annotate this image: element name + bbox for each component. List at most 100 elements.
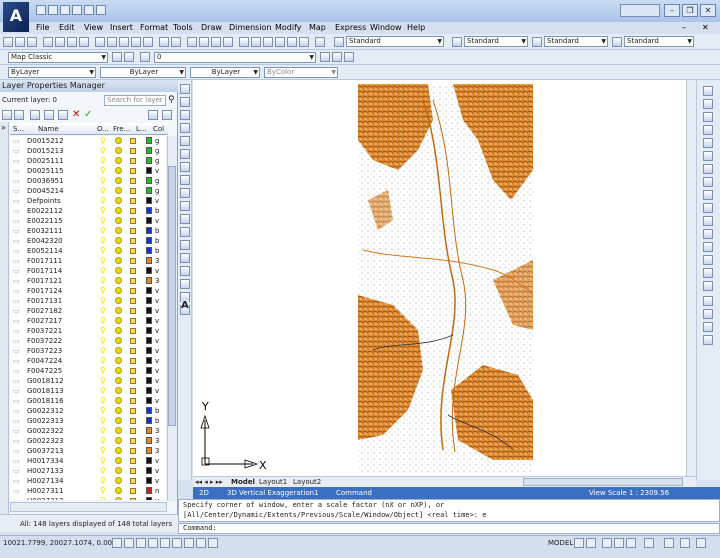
explode-icon[interactable] [703, 281, 713, 291]
insert-block-icon[interactable] [180, 227, 190, 237]
lightbulb-icon[interactable]: ♀ [100, 416, 106, 426]
sun-icon[interactable] [115, 297, 122, 304]
lightbulb-icon[interactable]: ♀ [100, 436, 106, 446]
layer-states-manager-icon[interactable] [30, 110, 40, 120]
lightbulb-icon[interactable]: ♀ [100, 266, 106, 276]
color-swatch[interactable] [146, 347, 152, 354]
settings-icon[interactable] [162, 110, 172, 120]
sun-icon[interactable] [115, 347, 122, 354]
layer-row[interactable]: ▭ H0027133 ♀ v [10, 466, 166, 476]
unlock-icon[interactable] [130, 398, 136, 404]
erase-icon[interactable] [703, 86, 713, 96]
layer-combo[interactable]: 0 ▼ [154, 52, 316, 63]
menu-help[interactable]: Help [407, 22, 425, 34]
copy-object-icon[interactable] [703, 99, 713, 109]
layer-row[interactable]: ▭ H0017334 ♀ v [10, 456, 166, 466]
view-scale[interactable]: View Scale 1 : 2309.56 [589, 487, 669, 499]
sun-icon[interactable] [115, 357, 122, 364]
color-swatch[interactable] [146, 357, 152, 364]
zoom-window-icon[interactable] [211, 37, 221, 47]
sun-icon[interactable] [115, 327, 122, 334]
unlock-icon[interactable] [130, 278, 136, 284]
sun-icon[interactable] [115, 287, 122, 294]
layer-row[interactable]: ▭ D0015213 ♀ g [10, 146, 166, 156]
sun-icon[interactable] [115, 257, 122, 264]
zoom-previous-icon[interactable] [223, 37, 233, 47]
sun-icon[interactable] [115, 337, 122, 344]
lineweight-combo[interactable]: ByLayer ▼ [190, 67, 260, 78]
unlock-icon[interactable] [130, 408, 136, 414]
sun-icon[interactable] [115, 177, 122, 184]
clean-screen-icon[interactable] [696, 538, 706, 548]
menu-dimension[interactable]: Dimension [229, 22, 272, 34]
color-swatch[interactable] [146, 317, 152, 324]
color-swatch[interactable] [146, 207, 152, 214]
lightbulb-icon[interactable]: ♀ [100, 246, 106, 256]
horizontal-scrollbar[interactable] [523, 478, 683, 486]
chamfer-icon[interactable] [703, 255, 713, 265]
layer-row[interactable]: ▭ D0045214 ♀ g [10, 186, 166, 196]
array-icon[interactable] [703, 138, 713, 148]
unlock-icon[interactable] [130, 218, 136, 224]
lightbulb-icon[interactable]: ♀ [100, 176, 106, 186]
save-file-icon[interactable] [27, 37, 37, 47]
designcenter-icon[interactable] [251, 37, 261, 47]
unlock-icon[interactable] [130, 478, 136, 484]
unlock-icon[interactable] [130, 448, 136, 454]
lwt-toggle[interactable] [208, 538, 218, 548]
mirror-icon[interactable] [703, 112, 713, 122]
col-color[interactable]: Col [153, 123, 164, 135]
color-swatch[interactable] [146, 427, 152, 434]
open-icon[interactable] [48, 5, 58, 15]
properties-icon[interactable] [239, 37, 249, 47]
rotate-icon[interactable] [703, 164, 713, 174]
lightbulb-icon[interactable]: ♀ [100, 376, 106, 386]
layer-row[interactable]: ▭ F0027182 ♀ v [10, 306, 166, 316]
color-swatch[interactable] [146, 187, 152, 194]
arc-icon[interactable] [180, 149, 190, 159]
grid-toggle[interactable] [124, 538, 134, 548]
otrack-toggle[interactable] [172, 538, 182, 548]
draworder-icon[interactable] [703, 296, 713, 306]
layer-row[interactable]: ▭ H0027311 ♀ n [10, 486, 166, 496]
unlock-icon[interactable] [130, 188, 136, 194]
set-current-icon[interactable]: ✓ [84, 109, 92, 120]
color-swatch[interactable] [146, 237, 152, 244]
layer-row[interactable]: ▭ F0037222 ♀ v [10, 336, 166, 346]
lightbulb-icon[interactable]: ♀ [100, 196, 106, 206]
zoom-status-icon[interactable] [614, 538, 624, 548]
unlock-icon[interactable] [130, 348, 136, 354]
color-swatch[interactable] [146, 487, 152, 494]
color-swatch[interactable] [146, 387, 152, 394]
lightbulb-icon[interactable]: ♀ [100, 346, 106, 356]
layer-row[interactable]: ▭ F0017114 ♀ v [10, 266, 166, 276]
dimstyle-icon[interactable] [452, 37, 462, 47]
toolpalettes-icon[interactable] [263, 37, 273, 47]
fillet-icon[interactable] [703, 268, 713, 278]
quick-view-drawings-icon[interactable] [586, 538, 596, 548]
layer-row[interactable]: ▭ E0042320 ♀ b [10, 236, 166, 246]
layer-row[interactable]: ▭ G0018116 ♀ v [10, 396, 166, 406]
lightbulb-icon[interactable]: ♀ [100, 366, 106, 376]
unlock-icon[interactable] [130, 288, 136, 294]
lightbulb-icon[interactable]: ♀ [100, 316, 106, 326]
pan-status-icon[interactable] [602, 538, 612, 548]
sun-icon[interactable] [115, 307, 122, 314]
lightbulb-icon[interactable]: ♀ [100, 136, 106, 146]
linetype-combo[interactable]: ByLayer ▼ [100, 67, 186, 78]
layer-row[interactable]: ▭ F0027217 ♀ v [10, 316, 166, 326]
doc-minimize-button[interactable]: – [682, 22, 686, 34]
color-swatch[interactable] [146, 407, 152, 414]
unlock-icon[interactable] [130, 248, 136, 254]
lightbulb-icon[interactable]: ♀ [100, 156, 106, 166]
textstyle-icon[interactable] [334, 37, 344, 47]
polygon-icon[interactable] [180, 123, 190, 133]
color-swatch[interactable] [146, 157, 152, 164]
stretch-icon[interactable] [703, 190, 713, 200]
scale-icon[interactable] [703, 177, 713, 187]
sun-icon[interactable] [115, 497, 122, 500]
color-swatch[interactable] [146, 227, 152, 234]
unlock-icon[interactable] [130, 358, 136, 364]
qnew-icon[interactable] [36, 5, 46, 15]
sun-icon[interactable] [115, 417, 122, 424]
